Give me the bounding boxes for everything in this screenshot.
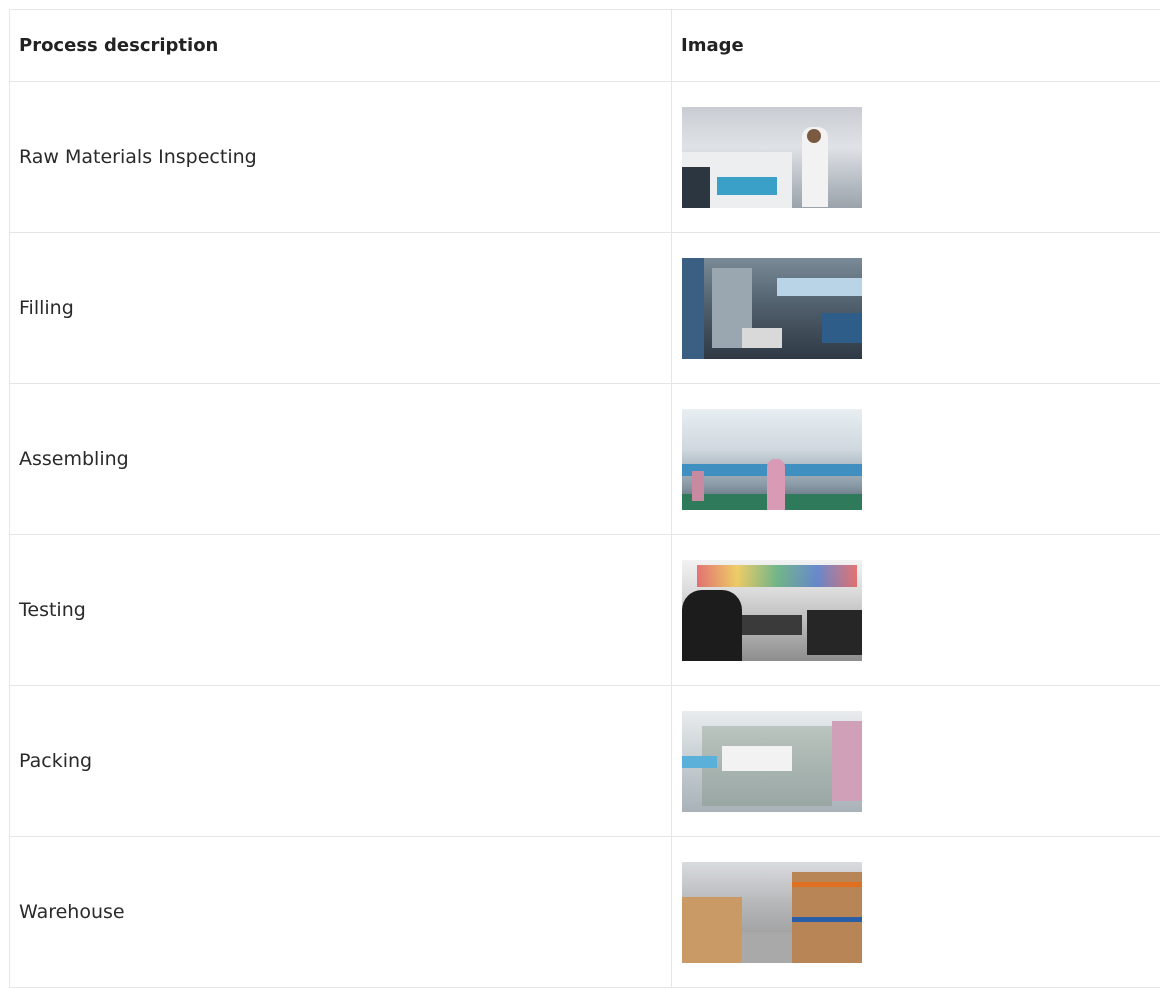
process-image-cell [672,82,1160,233]
assembling-photo[interactable] [682,409,862,510]
process-image-cell [672,686,1160,837]
header-image: Image [672,10,1160,82]
process-description-cell: Filling [10,233,672,384]
process-description-cell: Raw Materials Inspecting [10,82,672,233]
process-description-cell: Assembling [10,384,672,535]
table-row: Filling [10,233,1160,384]
filling-photo[interactable] [682,258,862,359]
process-description-cell: Warehouse [10,837,672,988]
table-row: Raw Materials Inspecting [10,82,1160,233]
warehouse-photo[interactable] [682,862,862,963]
table-row: Testing [10,535,1160,686]
packing-photo[interactable] [682,711,862,812]
process-image-cell [672,535,1160,686]
table-row: Assembling [10,384,1160,535]
header-process-description: Process description [10,10,672,82]
process-description-cell: Testing [10,535,672,686]
table-row: Packing [10,686,1160,837]
raw-materials-inspecting-photo[interactable] [682,107,862,208]
process-description-cell: Packing [10,686,672,837]
process-image-cell [672,384,1160,535]
testing-photo[interactable] [682,560,862,661]
process-image-cell [672,233,1160,384]
process-table: Process description Image Raw Materials … [9,9,1160,988]
table-row: Warehouse [10,837,1160,988]
process-image-cell [672,837,1160,988]
table-header-row: Process description Image [10,10,1160,82]
